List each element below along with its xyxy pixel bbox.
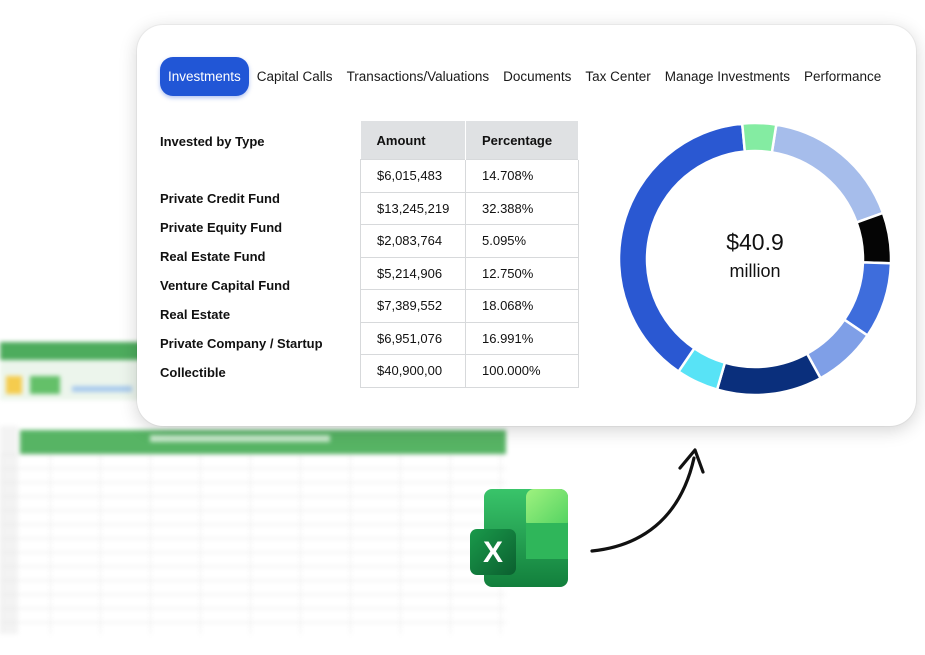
percentage-cell: 5.095%	[465, 224, 579, 258]
investment-table: Amount Percentage $6,015,483 14.708% $13…	[360, 121, 579, 388]
tab-manage-investments[interactable]: Manage Investments	[665, 69, 790, 84]
sheet-grid	[0, 454, 506, 634]
table-row: $6,951,076 16.991%	[360, 321, 579, 355]
percentage-cell: 32.388%	[465, 191, 579, 225]
donut-slice	[770, 123, 885, 225]
tab-transactions-valuations[interactable]: Transactions/Valuations	[347, 69, 490, 84]
sheet-ribbon-link	[72, 386, 132, 392]
invested-by-type-title: Invested by Type	[160, 134, 265, 149]
amount-header: Amount	[360, 121, 466, 160]
amount-cell: $2,083,764	[360, 224, 466, 258]
percentage-cell: 18.068%	[465, 289, 579, 323]
percentage-cell: 16.991%	[465, 321, 579, 355]
amount-cell: $6,015,483	[360, 159, 466, 193]
sheet-title-bar	[0, 342, 150, 360]
tab-documents[interactable]: Documents	[503, 69, 571, 84]
type-label: Private Equity Fund	[160, 220, 283, 235]
donut-chart	[617, 121, 893, 397]
tab-investments[interactable]: Investments	[160, 56, 249, 96]
table-header-row: Amount Percentage	[360, 121, 579, 160]
donut-center-unit: million	[729, 261, 781, 281]
percentage-header: Percentage	[465, 121, 579, 160]
percentage-cell: 100.000%	[465, 354, 579, 388]
type-label: Real Estate	[160, 307, 231, 322]
tab-performance[interactable]: Performance	[804, 69, 881, 84]
amount-cell: $40,900,00	[360, 354, 466, 388]
tab-bar: Investments Capital Calls Transactions/V…	[160, 55, 895, 97]
sheet-ribbon-button	[6, 376, 22, 394]
sheet-header-text	[150, 435, 330, 442]
percentage-cell: 14.708%	[465, 159, 579, 193]
sheet-header-row	[20, 430, 506, 454]
type-label: Private Credit Fund	[160, 191, 280, 206]
donut-center-value: $40.9	[726, 229, 784, 255]
amount-cell: $13,245,219	[360, 191, 466, 225]
amount-cell: $5,214,906	[360, 256, 466, 290]
table-row: $7,389,552 18.068%	[360, 289, 579, 323]
tab-capital-calls[interactable]: Capital Calls	[257, 69, 333, 84]
table-row: $2,083,764 5.095%	[360, 224, 579, 258]
table-row: $5,214,906 12.750%	[360, 256, 579, 290]
sheet-ribbon-button	[30, 376, 60, 394]
type-label: Real Estate Fund	[160, 249, 266, 264]
type-label: Venture Capital Fund	[160, 278, 291, 293]
donut-slice	[715, 351, 823, 397]
type-label: Collectible	[160, 365, 226, 380]
excel-icon: X	[470, 489, 568, 587]
table-row: $40,900,00 100.000%	[360, 354, 579, 388]
donut-slice	[740, 121, 778, 154]
percentage-cell: 12.750%	[465, 256, 579, 290]
sheet-ribbon	[0, 360, 150, 400]
tab-tax-center[interactable]: Tax Center	[585, 69, 650, 84]
table-row: $6,015,483 14.708%	[360, 159, 579, 193]
curved-arrow-icon	[590, 448, 705, 553]
excel-icon-letter: X	[483, 536, 503, 569]
amount-cell: $6,951,076	[360, 321, 466, 355]
type-label: Private Company / Startup	[160, 336, 323, 351]
table-row: $13,245,219 32.388%	[360, 191, 579, 225]
amount-cell: $7,389,552	[360, 289, 466, 323]
investments-card: Investments Capital Calls Transactions/V…	[137, 25, 916, 426]
investment-type-list: Private Credit Fund Private Equity Fund …	[160, 190, 323, 393]
